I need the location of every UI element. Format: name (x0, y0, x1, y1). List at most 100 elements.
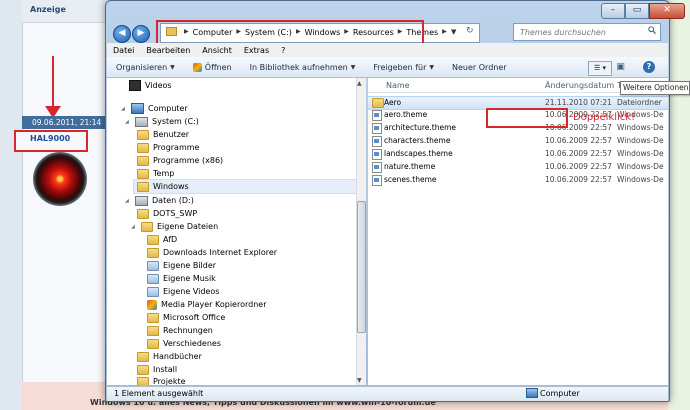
file-date: 10.06.2009 22:57 (545, 136, 612, 145)
tooltip: Weitere Optionen (620, 81, 690, 95)
menu-extras[interactable]: Extras (238, 46, 275, 55)
minimize-button[interactable]: – (601, 3, 625, 19)
refresh-icon[interactable]: ↻ (466, 26, 474, 36)
file-name: aero.theme (384, 110, 428, 119)
help-icon[interactable]: ? (643, 61, 655, 73)
nav-label: Eigene Videos (163, 287, 220, 296)
command-bar: Organisieren ▼ Öffnen In Bibliothek aufn… (107, 57, 668, 78)
organize-button[interactable]: Organisieren ▼ (107, 63, 184, 72)
folder-icon (137, 129, 149, 140)
explorer-window: – ▭ ✕ ◀ ▶ ▶ Computer ▶ System (C:) ▶ Win… (105, 0, 690, 402)
nav-item-verschiedenes[interactable]: Verschiedenes (147, 337, 221, 350)
nav-label: System (C:) (152, 117, 199, 126)
menu-ansicht[interactable]: Ansicht (196, 46, 238, 55)
new-folder-button[interactable]: Neuer Ordner (443, 63, 516, 72)
nav-item-eigene-dateien[interactable]: ◢ Eigene Dateien (131, 220, 218, 233)
music-folder-icon (147, 273, 159, 284)
nav-item-daten-d[interactable]: ◢ Daten (D:) (125, 194, 194, 207)
address-dropdown-icon[interactable]: ▼ (451, 28, 456, 36)
folder-icon (141, 221, 153, 232)
nav-item-afd[interactable]: AfD (147, 233, 177, 246)
file-row[interactable]: landscapes.theme 10.06.2009 22:57 Window… (368, 148, 668, 160)
nav-label: Projekte (153, 377, 186, 385)
nav-item-eigene-videos[interactable]: Eigene Videos (147, 285, 219, 298)
file-type: Windows-De (617, 136, 664, 145)
nav-item-benutzer[interactable]: Benutzer (137, 128, 189, 141)
nav-item-eigene-bilder[interactable]: Eigene Bilder (147, 259, 216, 272)
nav-label: Windows (153, 182, 189, 191)
share-label: Freigeben für (373, 62, 427, 72)
nav-item-system-c[interactable]: ◢ System (C:) (125, 115, 199, 128)
menu-help[interactable]: ? (275, 46, 291, 55)
nav-label: Eigene Bilder (163, 261, 217, 270)
nav-item-programme-x86[interactable]: Programme (x86) (137, 154, 223, 167)
open-label: Öffnen (204, 62, 232, 72)
nav-label: Handbücher (153, 352, 202, 361)
expanded-triangle-icon[interactable]: ◢ (125, 119, 131, 125)
file-row[interactable]: characters.theme 10.06.2009 22:57 Window… (368, 135, 668, 147)
nav-item-dots-swp[interactable]: DOTS_SWP (137, 207, 197, 220)
username-link[interactable]: HAL9000 (30, 134, 70, 143)
scroll-up-icon[interactable]: ▲ (357, 80, 362, 87)
file-highlight-box (486, 108, 568, 128)
nav-item-media-player[interactable]: Media Player Kopierordner (147, 298, 267, 311)
file-type: Windows-De (617, 175, 664, 184)
open-button[interactable]: Öffnen (184, 62, 241, 72)
expanded-triangle-icon[interactable]: ◢ (125, 198, 131, 204)
preview-pane-icon[interactable]: ▣ (614, 61, 627, 74)
library-button[interactable]: In Bibliothek aufnehmen ▼ (241, 63, 365, 72)
file-name: landscapes.theme (384, 149, 453, 158)
chevron-right-icon[interactable]: ▶ (442, 28, 447, 37)
nav-item-eigene-musik[interactable]: Eigene Musik (147, 272, 216, 285)
organize-label: Organisieren (116, 62, 168, 72)
folder-icon (147, 338, 159, 349)
menu-bearbeiten[interactable]: Bearbeiten (140, 46, 196, 55)
nav-item-microsoft-office[interactable]: Microsoft Office (147, 311, 225, 324)
folder-icon (137, 168, 149, 179)
back-arrow-icon[interactable]: ◀ (113, 25, 131, 43)
file-date: 10.06.2009 22:57 (545, 162, 612, 171)
view-options-icon[interactable]: ☰ ▾ (588, 61, 612, 76)
videos-folder-icon (147, 286, 159, 297)
file-date: 10.06.2009 22:57 (545, 175, 612, 184)
nav-item-downloads-ie[interactable]: Downloads Internet Explorer (147, 246, 277, 259)
theme-file-icon (372, 149, 382, 160)
scroll-down-icon[interactable]: ▼ (357, 377, 362, 384)
file-type: Windows-De (617, 162, 664, 171)
folder-icon (137, 376, 149, 385)
file-row[interactable]: nature.theme 10.06.2009 22:57 Windows-De (368, 161, 668, 173)
nav-label: Programme (x86) (153, 156, 224, 165)
search-icon[interactable] (648, 26, 656, 34)
status-location-text: Computer (540, 389, 580, 398)
folder-icon (147, 312, 159, 323)
nav-item-handbuecher[interactable]: Handbücher (137, 350, 202, 363)
search-input[interactable] (513, 23, 661, 41)
expanded-triangle-icon[interactable]: ◢ (131, 224, 137, 230)
share-button[interactable]: Freigeben für ▼ (364, 63, 443, 72)
nav-scrollbar-thumb[interactable] (357, 201, 366, 333)
nav-label: Computer (148, 104, 188, 113)
nav-item-projekte[interactable]: Projekte (137, 375, 186, 385)
file-row[interactable]: scenes.theme 10.06.2009 22:57 Windows-De (368, 174, 668, 186)
close-button[interactable]: ✕ (649, 3, 685, 19)
nav-item-windows[interactable]: Windows (133, 179, 359, 194)
folder-icon (137, 155, 149, 166)
file-name: scenes.theme (384, 175, 437, 184)
nav-item-computer[interactable]: ◢ Computer (121, 102, 188, 115)
nav-item-videos[interactable]: Videos (129, 79, 172, 92)
file-date: 10.06.2009 22:57 (545, 149, 612, 158)
window-caption-buttons: – ▭ ✕ (601, 3, 685, 19)
video-library-icon (129, 80, 141, 91)
column-name[interactable]: Name (386, 81, 410, 90)
nav-item-programme[interactable]: Programme (137, 141, 199, 154)
column-date[interactable]: Änderungsdatum (545, 81, 614, 90)
file-name: Aero (384, 98, 402, 107)
theme-file-icon (372, 123, 382, 134)
nav-item-rechnungen[interactable]: Rechnungen (147, 324, 213, 337)
forum-right-column (668, 0, 690, 410)
expanded-triangle-icon[interactable]: ◢ (121, 106, 127, 112)
file-type: Dateiordner (617, 98, 662, 107)
forward-arrow-icon[interactable]: ▶ (132, 25, 150, 43)
menu-datei[interactable]: Datei (107, 46, 140, 55)
maximize-button[interactable]: ▭ (625, 3, 649, 19)
